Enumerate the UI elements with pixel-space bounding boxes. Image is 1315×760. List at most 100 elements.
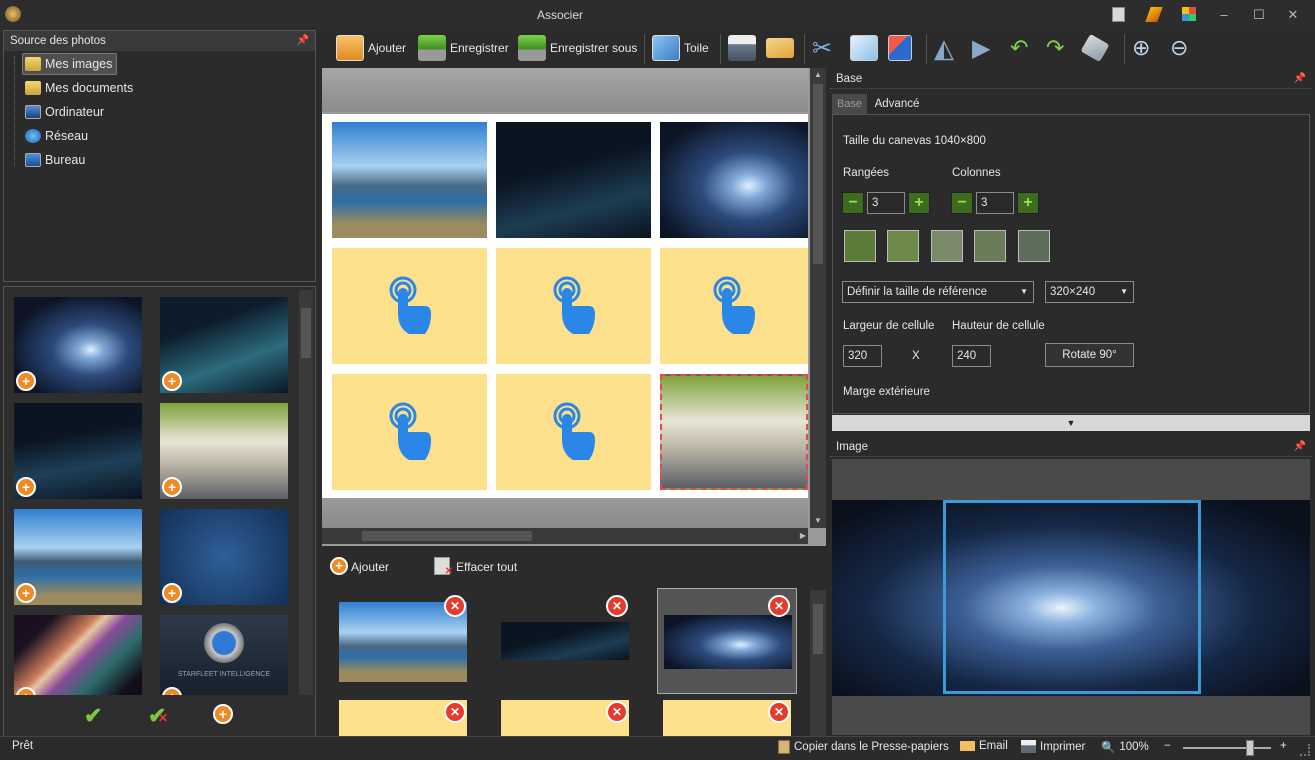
rotate-90-button[interactable]: Rotate 90° xyxy=(1045,343,1134,367)
minimize-button[interactable]: – xyxy=(1215,6,1233,24)
reference-size-select[interactable]: Définir la taille de référence ▼ xyxy=(842,281,1034,303)
rows-decrement-button[interactable]: − xyxy=(842,192,864,214)
thumbnail-dots-2[interactable]: + xyxy=(14,403,142,499)
rotate-right-button[interactable]: ↷ xyxy=(1046,32,1064,64)
crop-selection-frame[interactable] xyxy=(943,500,1201,694)
collage-cell-empty[interactable] xyxy=(496,248,651,364)
scrollbar-thumb[interactable] xyxy=(813,604,823,654)
canvas-horizontal-scrollbar[interactable]: ▶ xyxy=(322,528,808,544)
add-button[interactable]: Ajouter xyxy=(336,32,406,64)
add-icon[interactable]: + xyxy=(162,687,182,695)
resize-grip-icon[interactable] xyxy=(1300,744,1310,756)
scroll-right-arrow[interactable]: ▶ xyxy=(800,528,806,544)
print-status-button[interactable]: Imprimer xyxy=(1021,740,1085,753)
scrollbar-thumb[interactable] xyxy=(813,84,823,264)
rotate-left-button[interactable]: ↶ xyxy=(1010,32,1028,64)
strip-add-label[interactable]: Ajouter xyxy=(351,560,389,574)
size-select[interactable]: 320×240 ▼ xyxy=(1045,281,1134,303)
collage-cell-fractal[interactable] xyxy=(660,122,808,238)
layout-preset-1-icon[interactable] xyxy=(844,230,876,262)
zoom-out-status-button[interactable]: − xyxy=(1164,740,1171,752)
add-icon[interactable]: + xyxy=(16,371,36,391)
paste-button[interactable] xyxy=(888,32,912,64)
cell-width-input[interactable]: 320 xyxy=(843,345,882,367)
clear-all-label[interactable]: Effacer tout xyxy=(456,560,517,574)
print-button[interactable] xyxy=(728,32,756,64)
zoom-slider[interactable] xyxy=(1183,747,1271,749)
columns-input[interactable]: 3 xyxy=(976,192,1014,214)
clear-all-icon[interactable]: ✕ xyxy=(434,557,453,577)
flip-vertical-button[interactable]: ▶ xyxy=(972,32,990,64)
email-button[interactable] xyxy=(766,32,794,64)
tab-advanced[interactable]: Advancé xyxy=(868,94,926,114)
check-cancel-icon[interactable]: ✔ ✕ xyxy=(148,703,168,729)
pin-icon[interactable]: 📌 xyxy=(297,31,309,51)
collage-cell-empty[interactable] xyxy=(332,374,487,490)
cut-button[interactable]: ✂ xyxy=(812,32,832,64)
scrollbar-thumb[interactable] xyxy=(362,531,532,541)
remove-icon[interactable]: ✕ xyxy=(606,595,628,617)
email-status-button[interactable]: Email xyxy=(960,740,1008,752)
remove-icon[interactable]: ✕ xyxy=(768,595,790,617)
thumbnail-fractal-1[interactable]: + xyxy=(14,297,142,393)
collage-cell-dots[interactable] xyxy=(496,122,651,238)
collage-cell-lake[interactable] xyxy=(332,122,487,238)
canvas-button[interactable]: Toile xyxy=(652,32,709,64)
pin-icon[interactable]: 📌 xyxy=(1294,437,1306,457)
checkmark-icon[interactable]: ✔ xyxy=(84,703,102,729)
layout-preset-2-icon[interactable] xyxy=(887,230,919,262)
add-icon[interactable]: + xyxy=(16,583,36,603)
pencil-icon[interactable] xyxy=(1145,7,1163,22)
add-icon[interactable]: + xyxy=(162,583,182,603)
rows-input[interactable]: 3 xyxy=(867,192,905,214)
rotate-free-button[interactable] xyxy=(1080,32,1110,64)
strip-scrollbar[interactable] xyxy=(810,590,826,736)
scrollbar-thumb[interactable] xyxy=(301,308,311,358)
tree-item-desktop[interactable]: Bureau xyxy=(25,149,85,171)
copy-to-clipboard-button[interactable]: Copier dans le Presse-papiers xyxy=(778,740,949,754)
remove-icon[interactable]: ✕ xyxy=(444,701,466,723)
canvas-vertical-scrollbar[interactable]: ▲ xyxy=(810,68,826,528)
thumbnail-lake[interactable]: + xyxy=(14,509,142,605)
cell-height-input[interactable]: 240 xyxy=(952,345,991,367)
collage-cell-empty[interactable] xyxy=(332,248,487,364)
zoom-slider-thumb[interactable] xyxy=(1246,740,1255,756)
rows-increment-button[interactable]: + xyxy=(908,192,930,214)
collage-cell-empty[interactable] xyxy=(496,374,651,490)
tree-item-my-documents[interactable]: Mes documents xyxy=(25,77,133,99)
thumbnail-starfleet[interactable]: STARFLEET INTELLIGENCE + xyxy=(160,615,288,695)
columns-decrement-button[interactable]: − xyxy=(951,192,973,214)
flip-horizontal-button[interactable]: ◭ xyxy=(934,32,954,64)
remove-icon[interactable]: ✕ xyxy=(606,701,628,723)
tree-item-network[interactable]: Réseau xyxy=(25,125,88,147)
save-button[interactable]: Enregistrer xyxy=(418,32,509,64)
save-as-button[interactable]: Enregistrer sous xyxy=(518,32,637,64)
copy-button[interactable] xyxy=(850,32,878,64)
add-icon[interactable]: + xyxy=(162,477,182,497)
maximize-button[interactable]: ☐ xyxy=(1250,6,1268,24)
add-all-icon[interactable]: + xyxy=(213,704,233,724)
tab-base[interactable]: Base xyxy=(832,94,867,114)
add-icon[interactable]: + xyxy=(162,371,182,391)
thumbnail-scrollbar[interactable] xyxy=(299,290,313,695)
zoom-out-button[interactable]: ⊖ xyxy=(1170,32,1188,64)
tree-item-computer[interactable]: Ordinateur xyxy=(25,101,104,123)
scroll-down-arrow[interactable]: ▼ xyxy=(810,514,826,528)
remove-icon[interactable]: ✕ xyxy=(768,701,790,723)
zoom-in-button[interactable]: ⊕ xyxy=(1132,32,1150,64)
document-icon[interactable] xyxy=(1112,7,1125,22)
columns-increment-button[interactable]: + xyxy=(1017,192,1039,214)
collage-cell-empty[interactable] xyxy=(660,248,808,364)
add-icon[interactable]: + xyxy=(16,477,36,497)
add-icon[interactable]: + xyxy=(16,687,36,695)
scroll-up-arrow[interactable]: ▲ xyxy=(810,68,826,82)
layout-preset-3-icon[interactable] xyxy=(931,230,963,262)
collage-cell-bridge-selected[interactable] xyxy=(660,374,808,490)
tree-item-my-images[interactable]: Mes images xyxy=(22,53,118,75)
zoom-in-status-button[interactable]: + xyxy=(1280,740,1287,752)
pin-icon[interactable]: 📌 xyxy=(1294,69,1306,89)
strip-add-icon[interactable]: + xyxy=(330,557,348,575)
expand-bar[interactable]: ▼ xyxy=(832,415,1310,431)
layout-preset-4-icon[interactable] xyxy=(974,230,1006,262)
strip-item-dots[interactable] xyxy=(501,622,629,660)
